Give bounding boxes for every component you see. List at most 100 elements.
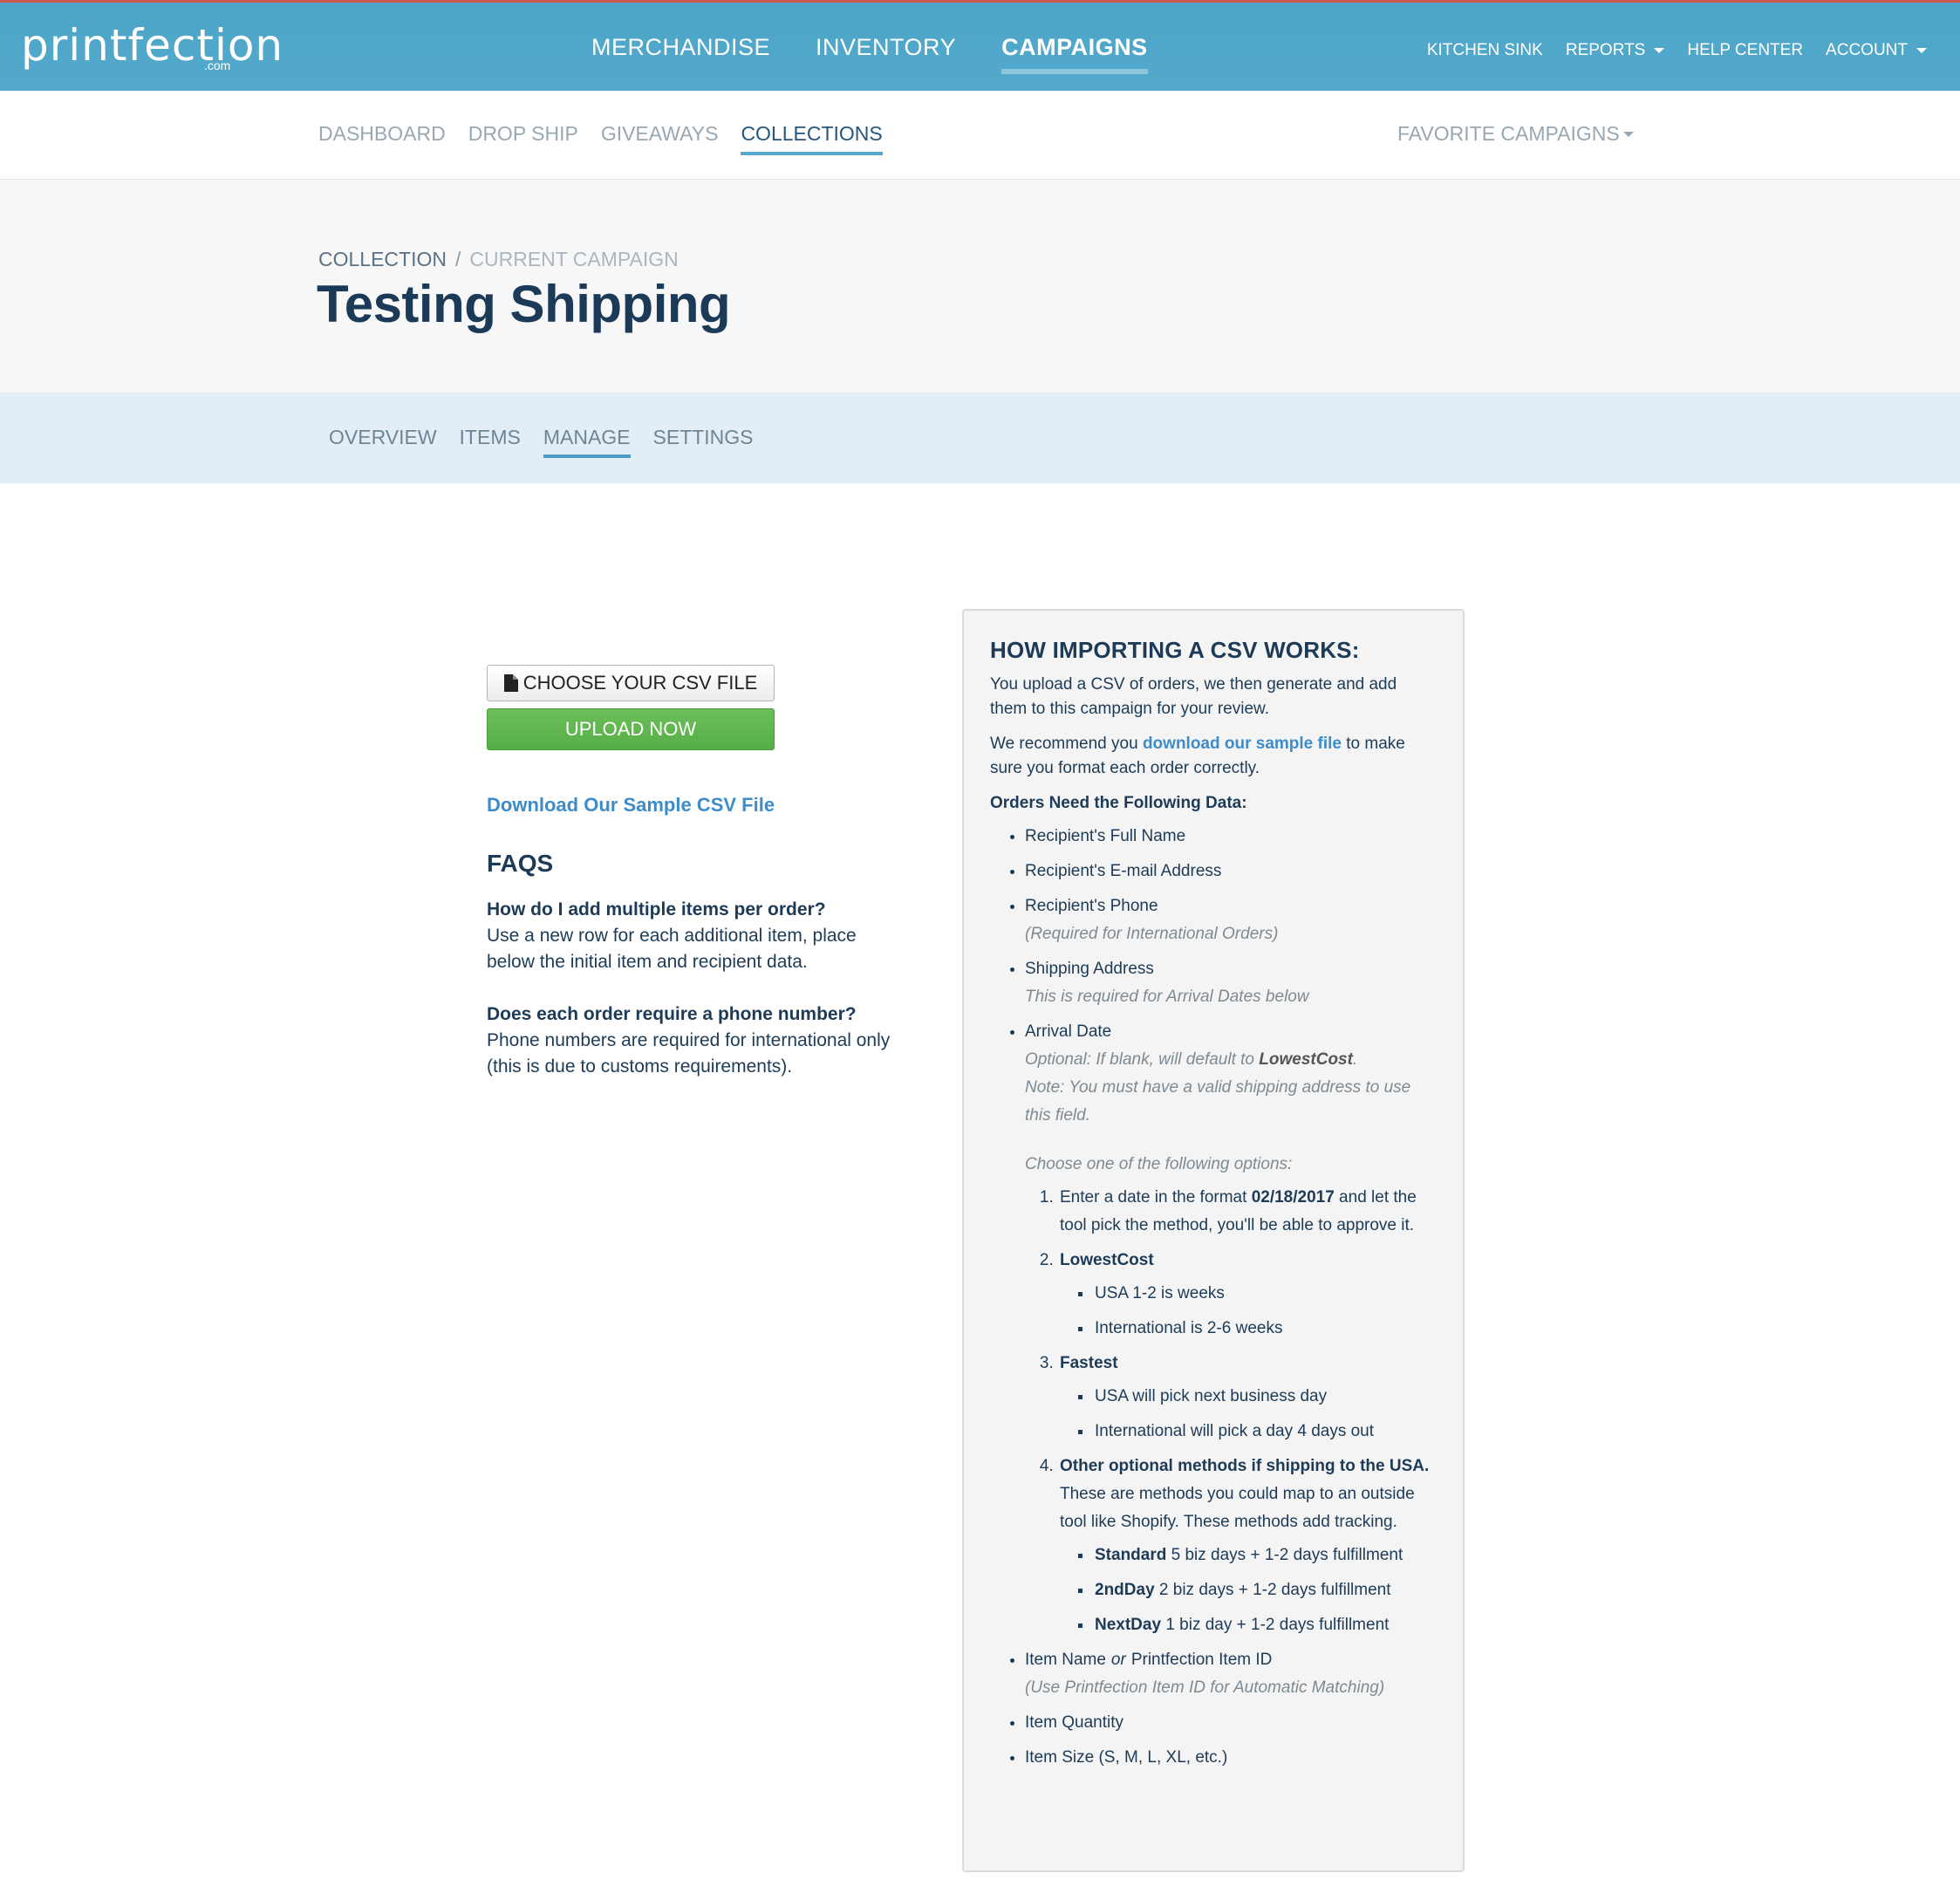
logo-suffix: .com xyxy=(204,58,231,72)
subnav-collections[interactable]: COLLECTIONS xyxy=(741,122,884,155)
field-item-quantity: Item Quantity xyxy=(1025,1713,1123,1732)
recommend-text: We recommend you xyxy=(990,735,1143,753)
list-item: Item Size (S, M, L, XL, etc.) xyxy=(1025,1744,1437,1772)
faq-answer: Use a new row for each additional item, … xyxy=(487,926,857,972)
option-sublist: USA will pick next business day Internat… xyxy=(1060,1383,1437,1446)
nav-reports-dropdown[interactable]: REPORTS xyxy=(1566,41,1665,60)
tab-overview[interactable]: OVERVIEW xyxy=(329,426,437,449)
faqs-heading: FAQS xyxy=(487,850,554,877)
list-item: NextDay 1 biz day + 1-2 days fulfillment xyxy=(1093,1611,1437,1639)
subnav-giveaways[interactable]: GIVEAWAYS xyxy=(601,122,719,146)
list-item: USA will pick next business day xyxy=(1093,1383,1437,1411)
method-name: NextDay xyxy=(1095,1616,1162,1634)
list-item: Enter a date in the format 02/18/2017 an… xyxy=(1058,1184,1437,1240)
method-name: 2ndDay xyxy=(1095,1581,1155,1599)
campaign-tabs: OVERVIEW ITEMS MANAGE SETTINGS xyxy=(329,426,754,458)
item-id-note: (Use Printfection Item ID for Automatic … xyxy=(1025,1678,1385,1697)
list-item: 2ndDay 2 biz days + 1-2 days fulfillment xyxy=(1093,1576,1437,1604)
nav-account-dropdown[interactable]: ACCOUNT xyxy=(1826,41,1927,60)
orders-need-heading: Orders Need the Following Data: xyxy=(990,794,1247,812)
logo-wordmark: printfection xyxy=(21,20,284,71)
breadcrumb-current: CURRENT CAMPAIGN xyxy=(469,248,679,270)
tab-settings[interactable]: SETTINGS xyxy=(653,426,754,449)
subnav-links: DASHBOARD DROP SHIP GIVEAWAYS COLLECTION… xyxy=(318,122,884,155)
option-text: Enter a date in the format xyxy=(1060,1188,1252,1207)
list-item: Recipient's Phone (Required for Internat… xyxy=(1025,892,1437,948)
faq-question: How do I add multiple items per order? xyxy=(487,899,826,919)
breadcrumb-separator: / xyxy=(454,248,461,270)
page-title: Testing Shipping xyxy=(317,275,731,333)
option-title: Other optional methods if shipping to th… xyxy=(1060,1457,1430,1475)
nav-merchandise[interactable]: MERCHANDISE xyxy=(591,34,770,61)
page-header: COLLECTION / CURRENT CAMPAIGN Testing Ship… xyxy=(0,180,1960,393)
campaign-tabs-bar: OVERVIEW ITEMS MANAGE SETTINGS xyxy=(0,393,1960,483)
option-description: These are methods you could map to an ou… xyxy=(1060,1485,1415,1531)
tab-manage[interactable]: MANAGE xyxy=(543,426,631,458)
list-item: Other optional methods if shipping to th… xyxy=(1058,1453,1437,1639)
breadcrumb: COLLECTION / CURRENT CAMPAIGN xyxy=(318,248,679,271)
favorite-campaigns-dropdown[interactable]: FAVORITE CAMPAIGNS xyxy=(1397,122,1634,146)
list-item: International is 2-6 weeks xyxy=(1093,1315,1437,1343)
help-center-label: HELP CENTER xyxy=(1687,41,1804,59)
printfection-logo[interactable]: printfection .com xyxy=(21,20,283,76)
field-shipping-address: Shipping Address xyxy=(1025,960,1154,978)
field-phone-note: (Required for International Orders) xyxy=(1025,925,1279,943)
list-item: Fastest USA will pick next business day … xyxy=(1058,1350,1437,1446)
list-item: LowestCost USA 1-2 is weeks Internationa… xyxy=(1058,1247,1437,1343)
required-fields-list: Recipient's Full Name Recipient's E-mail… xyxy=(990,823,1437,1772)
field-shipping-note: This is required for Arrival Dates below xyxy=(1025,988,1309,1006)
top-navbar: printfection .com MERCHANDISE INVENTORY … xyxy=(0,0,1960,91)
reports-label: REPORTS xyxy=(1565,41,1646,59)
choose-csv-file-button[interactable]: CHOOSE YOUR CSV FILE xyxy=(487,665,775,701)
nav-inventory[interactable]: INVENTORY xyxy=(816,34,956,61)
nav-kitchen-sink[interactable]: KITCHEN SINK xyxy=(1427,41,1543,60)
list-item: USA 1-2 is weeks xyxy=(1093,1280,1437,1308)
csv-instructions-panel: HOW IMPORTING A CSV WORKS: You upload a … xyxy=(962,609,1465,1872)
list-item: Shipping Address This is required for Ar… xyxy=(1025,955,1437,1011)
main-nav: MERCHANDISE INVENTORY CAMPAIGNS xyxy=(591,34,1148,74)
or-text: or xyxy=(1110,1651,1126,1669)
option-sublist: Standard 5 biz days + 1-2 days fulfillme… xyxy=(1060,1542,1437,1639)
subnav-drop-ship[interactable]: DROP SHIP xyxy=(468,122,578,146)
kitchen-sink-label: KITCHEN SINK xyxy=(1426,41,1543,59)
campaigns-subnav: DASHBOARD DROP SHIP GIVEAWAYS COLLECTION… xyxy=(0,91,1960,180)
list-item: Recipient's E-mail Address xyxy=(1025,858,1437,885)
favorite-campaigns-label: FAVORITE CAMPAIGNS xyxy=(1397,122,1620,145)
field-arrival-date: Arrival Date xyxy=(1025,1022,1112,1041)
list-item: Item NameorPrintfection Item ID (Use Pri… xyxy=(1025,1646,1437,1702)
account-label: ACCOUNT xyxy=(1826,41,1908,59)
download-sample-csv-link[interactable]: Download Our Sample CSV File xyxy=(487,794,897,817)
nav-help-center[interactable]: HELP CENTER xyxy=(1687,41,1803,60)
subnav-dashboard[interactable]: DASHBOARD xyxy=(318,122,446,146)
option-title: Fastest xyxy=(1060,1354,1118,1372)
tab-items[interactable]: ITEMS xyxy=(460,426,521,449)
field-phone: Recipient's Phone xyxy=(1025,897,1158,915)
panel-recommend: We recommend you download our sample fil… xyxy=(990,732,1437,781)
field-item-size: Item Size (S, M, L, XL, etc.) xyxy=(1025,1748,1228,1767)
method-detail: 2 biz days + 1-2 days fulfillment xyxy=(1154,1581,1391,1599)
method-detail: 1 biz day + 1-2 days fulfillment xyxy=(1161,1616,1390,1634)
option-sublist: USA 1-2 is weeks International is 2-6 we… xyxy=(1060,1280,1437,1343)
download-sample-file-link[interactable]: download our sample file xyxy=(1143,735,1342,753)
field-item-id: Printfection Item ID xyxy=(1130,1651,1273,1669)
panel-intro: You upload a CSV of orders, we then gene… xyxy=(990,675,1397,718)
list-item: Standard 5 biz days + 1-2 days fulfillme… xyxy=(1093,1542,1437,1569)
arrival-note-default: LowestCost xyxy=(1259,1050,1353,1069)
choose-csv-label: CHOOSE YOUR CSV FILE xyxy=(522,672,758,694)
caret-down-icon xyxy=(1654,48,1665,53)
list-item: International will pick a day 4 days out xyxy=(1093,1418,1437,1446)
method-name: Standard xyxy=(1095,1546,1167,1564)
option-title: LowestCost xyxy=(1060,1251,1154,1269)
breadcrumb-collection[interactable]: COLLECTION xyxy=(318,248,447,270)
utility-nav: KITCHEN SINK REPORTS HELP CENTER ACCOUNT xyxy=(1427,41,1927,60)
faq-question: Does each order require a phone number? xyxy=(487,1004,857,1024)
field-item-name: Item Name xyxy=(1025,1651,1106,1669)
arrival-note-end: . xyxy=(1352,1050,1358,1069)
field-full-name: Recipient's Full Name xyxy=(1025,827,1186,845)
upload-now-button[interactable]: UPLOAD NOW xyxy=(487,708,775,750)
arrival-note-text: Optional: If blank, will default to xyxy=(1025,1050,1260,1069)
date-format: 02/18/2017 xyxy=(1251,1188,1335,1207)
nav-campaigns[interactable]: CAMPAIGNS xyxy=(1001,34,1148,74)
list-item: Item Quantity xyxy=(1025,1709,1437,1737)
panel-title: HOW IMPORTING A CSV WORKS: xyxy=(990,637,1360,663)
